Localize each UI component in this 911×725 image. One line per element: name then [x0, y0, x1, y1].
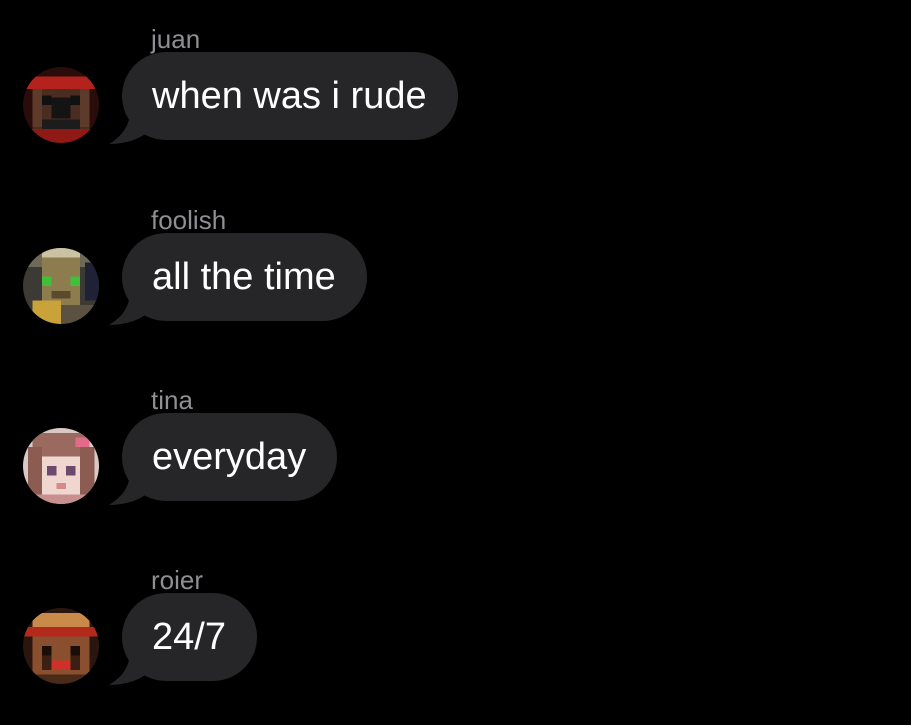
pixel-avatar-tina-icon [23, 428, 99, 504]
avatar[interactable] [23, 67, 99, 143]
message-text: all the time [122, 233, 367, 321]
avatar[interactable] [23, 608, 99, 684]
pixel-avatar-roier-icon [23, 608, 99, 684]
message-thread: juan when was i rude foolish all the tim… [0, 0, 911, 720]
avatar[interactable] [23, 248, 99, 324]
message-group-tina: tina everyday [0, 385, 911, 545]
sender-name: foolish [151, 205, 227, 235]
avatar[interactable] [23, 428, 99, 504]
message-group-roier: roier 24/7 [0, 565, 911, 725]
message-text: 24/7 [122, 593, 257, 681]
pixel-avatar-juan-icon [23, 67, 99, 143]
message-text: everyday [122, 413, 338, 501]
sender-name: tina [151, 385, 193, 415]
pixel-avatar-foolish-icon [23, 248, 99, 324]
sender-name: juan [151, 24, 201, 54]
message-group-foolish: foolish all the time [0, 205, 911, 365]
message-text: when was i rude [122, 52, 458, 140]
message-group-juan: juan when was i rude [0, 24, 911, 184]
sender-name: roier [151, 565, 204, 595]
